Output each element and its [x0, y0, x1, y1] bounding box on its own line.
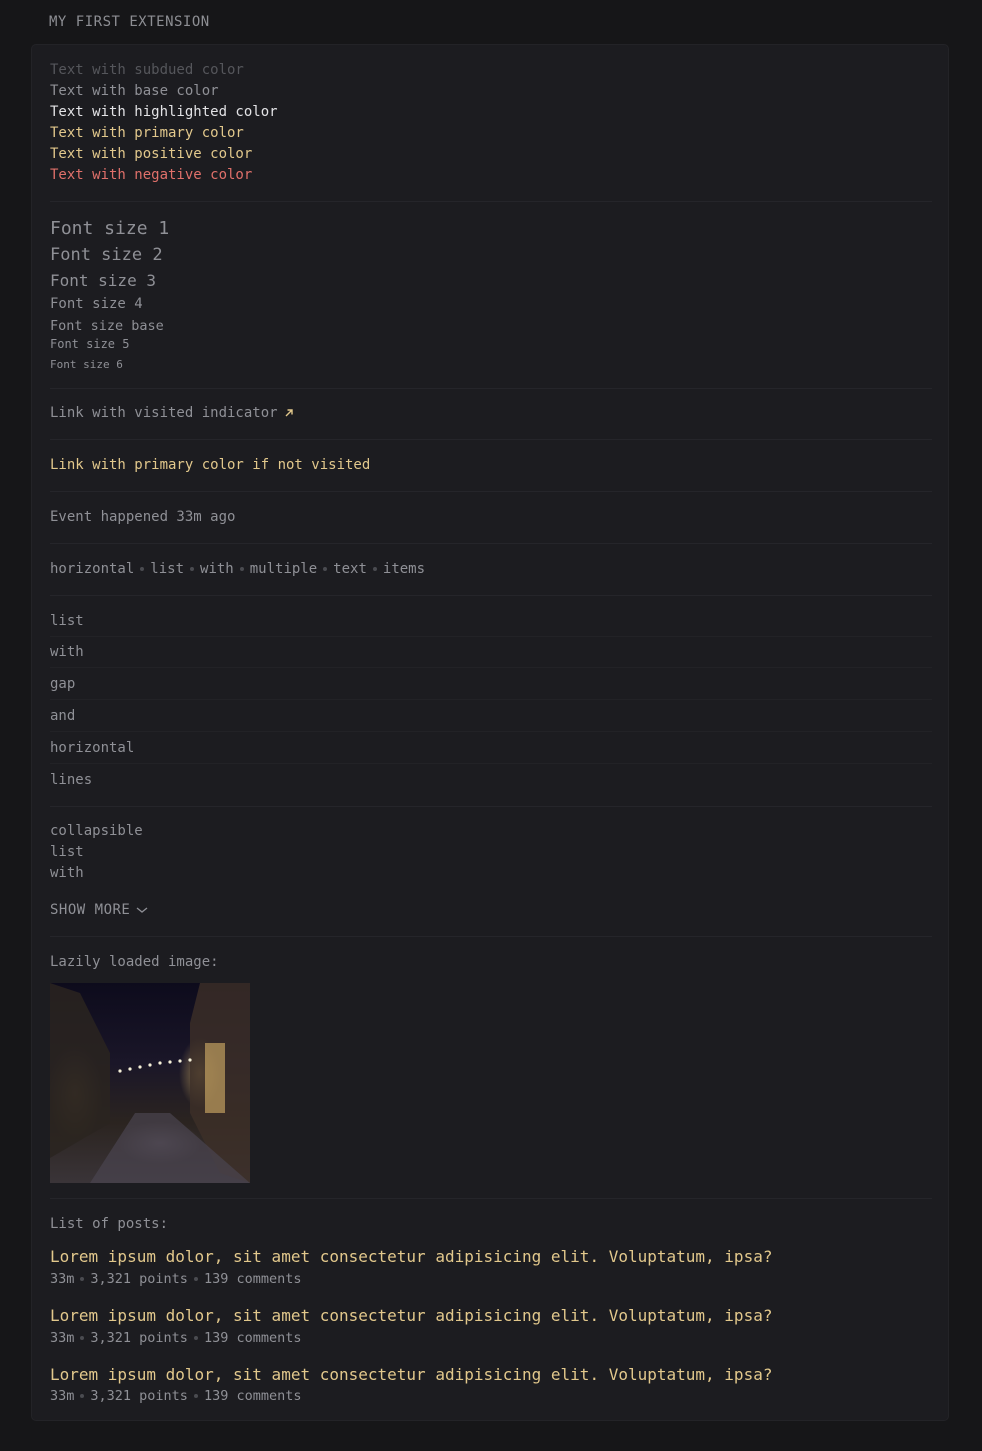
post-meta: 33m 3,321 points 139 comments	[50, 1330, 301, 1346]
post-comments[interactable]: 139 comments	[204, 1330, 302, 1346]
vertical-list-item: list	[50, 606, 932, 637]
collapsible-item: collapsible	[50, 823, 143, 839]
font-size-base: Font size base	[50, 318, 164, 334]
post-title-link[interactable]: Lorem ipsum dolor, sit amet consectetur …	[50, 1247, 772, 1266]
list-item: list	[150, 561, 185, 577]
horizontal-list: horizontal list with multiple text items	[50, 561, 425, 577]
divider	[50, 936, 932, 937]
image-label: Lazily loaded image:	[50, 954, 219, 970]
post-title-link[interactable]: Lorem ipsum dolor, sit amet consectetur …	[50, 1365, 772, 1384]
list-item: with	[200, 561, 234, 577]
font-size-2: Font size 2	[50, 245, 163, 265]
vertical-list-item: with	[50, 637, 932, 668]
font-size-3: Font size 3	[50, 271, 156, 290]
separator-dot	[80, 1336, 85, 1340]
text-positive: Text with positive color	[50, 146, 253, 162]
list-item: multiple	[249, 561, 318, 577]
divider	[50, 543, 932, 544]
post-age: 33m	[50, 1388, 75, 1404]
post-points: 3,321 points	[90, 1271, 188, 1287]
list-item: text	[333, 561, 367, 577]
widget-card: Text with subdued color Text with base c…	[31, 44, 949, 1421]
post-age: 33m	[50, 1330, 75, 1346]
post-meta: 33m 3,321 points 139 comments	[50, 1388, 301, 1404]
chevron-down-icon	[136, 907, 148, 913]
post-points: 3,321 points	[90, 1388, 188, 1404]
post-meta: 33m 3,321 points 139 comments	[50, 1271, 301, 1287]
visited-link[interactable]: Link with visited indicator	[50, 405, 294, 421]
text-subdued: Text with subdued color	[50, 62, 244, 78]
divider	[50, 491, 932, 492]
divider	[50, 806, 932, 807]
lazy-image	[50, 983, 250, 1183]
divider	[50, 439, 932, 440]
text-primary: Text with primary color	[50, 125, 244, 141]
vertical-list-item: horizontal	[50, 733, 932, 764]
show-more-button[interactable]: SHOW MORE	[50, 902, 148, 918]
separator-dot	[193, 1394, 198, 1398]
separator-dot	[140, 567, 145, 571]
widget-title: MY FIRST EXTENSION	[49, 14, 210, 30]
font-size-1: Font size 1	[50, 218, 170, 239]
separator-dot	[372, 567, 377, 571]
post-age: 33m	[50, 1271, 75, 1287]
post-points: 3,321 points	[90, 1330, 188, 1346]
separator-dot	[190, 567, 195, 571]
separator-dot	[193, 1277, 198, 1281]
post-title-link[interactable]: Lorem ipsum dolor, sit amet consectetur …	[50, 1306, 772, 1325]
divider	[50, 201, 932, 202]
post-comments[interactable]: 139 comments	[204, 1388, 302, 1404]
text-negative: Text with negative color	[50, 167, 253, 183]
separator-dot	[193, 1336, 198, 1340]
list-item: items	[382, 561, 426, 577]
arrow-up-right-icon	[285, 409, 293, 417]
separator-dot	[323, 567, 328, 571]
visited-link-label[interactable]: Link with visited indicator	[50, 405, 278, 421]
collapsible-item: list	[50, 844, 84, 860]
primary-link[interactable]: Link with primary color if not visited	[50, 457, 370, 473]
text-base: Text with base color	[50, 83, 219, 99]
separator-dot	[239, 567, 244, 571]
show-more-label[interactable]: SHOW MORE	[50, 902, 130, 918]
collapsible-item: with	[50, 865, 84, 881]
font-size-5: Font size 5	[50, 337, 130, 351]
post-comments[interactable]: 139 comments	[204, 1271, 302, 1287]
posts-label: List of posts:	[50, 1216, 169, 1232]
vertical-list-item: lines	[50, 772, 93, 788]
divider	[50, 1198, 932, 1199]
text-highlighted: Text with highlighted color	[50, 104, 278, 120]
divider	[50, 595, 932, 596]
separator-dot	[80, 1394, 85, 1398]
font-size-6: Font size 6	[50, 358, 123, 371]
separator-dot	[80, 1277, 85, 1281]
font-size-4: Font size 4	[50, 296, 143, 312]
event-text: Event happened 33m ago	[50, 509, 236, 525]
list-item: horizontal	[50, 561, 135, 577]
vertical-list-item: gap	[50, 669, 932, 700]
vertical-list-item: and	[50, 701, 932, 732]
divider	[50, 388, 932, 389]
